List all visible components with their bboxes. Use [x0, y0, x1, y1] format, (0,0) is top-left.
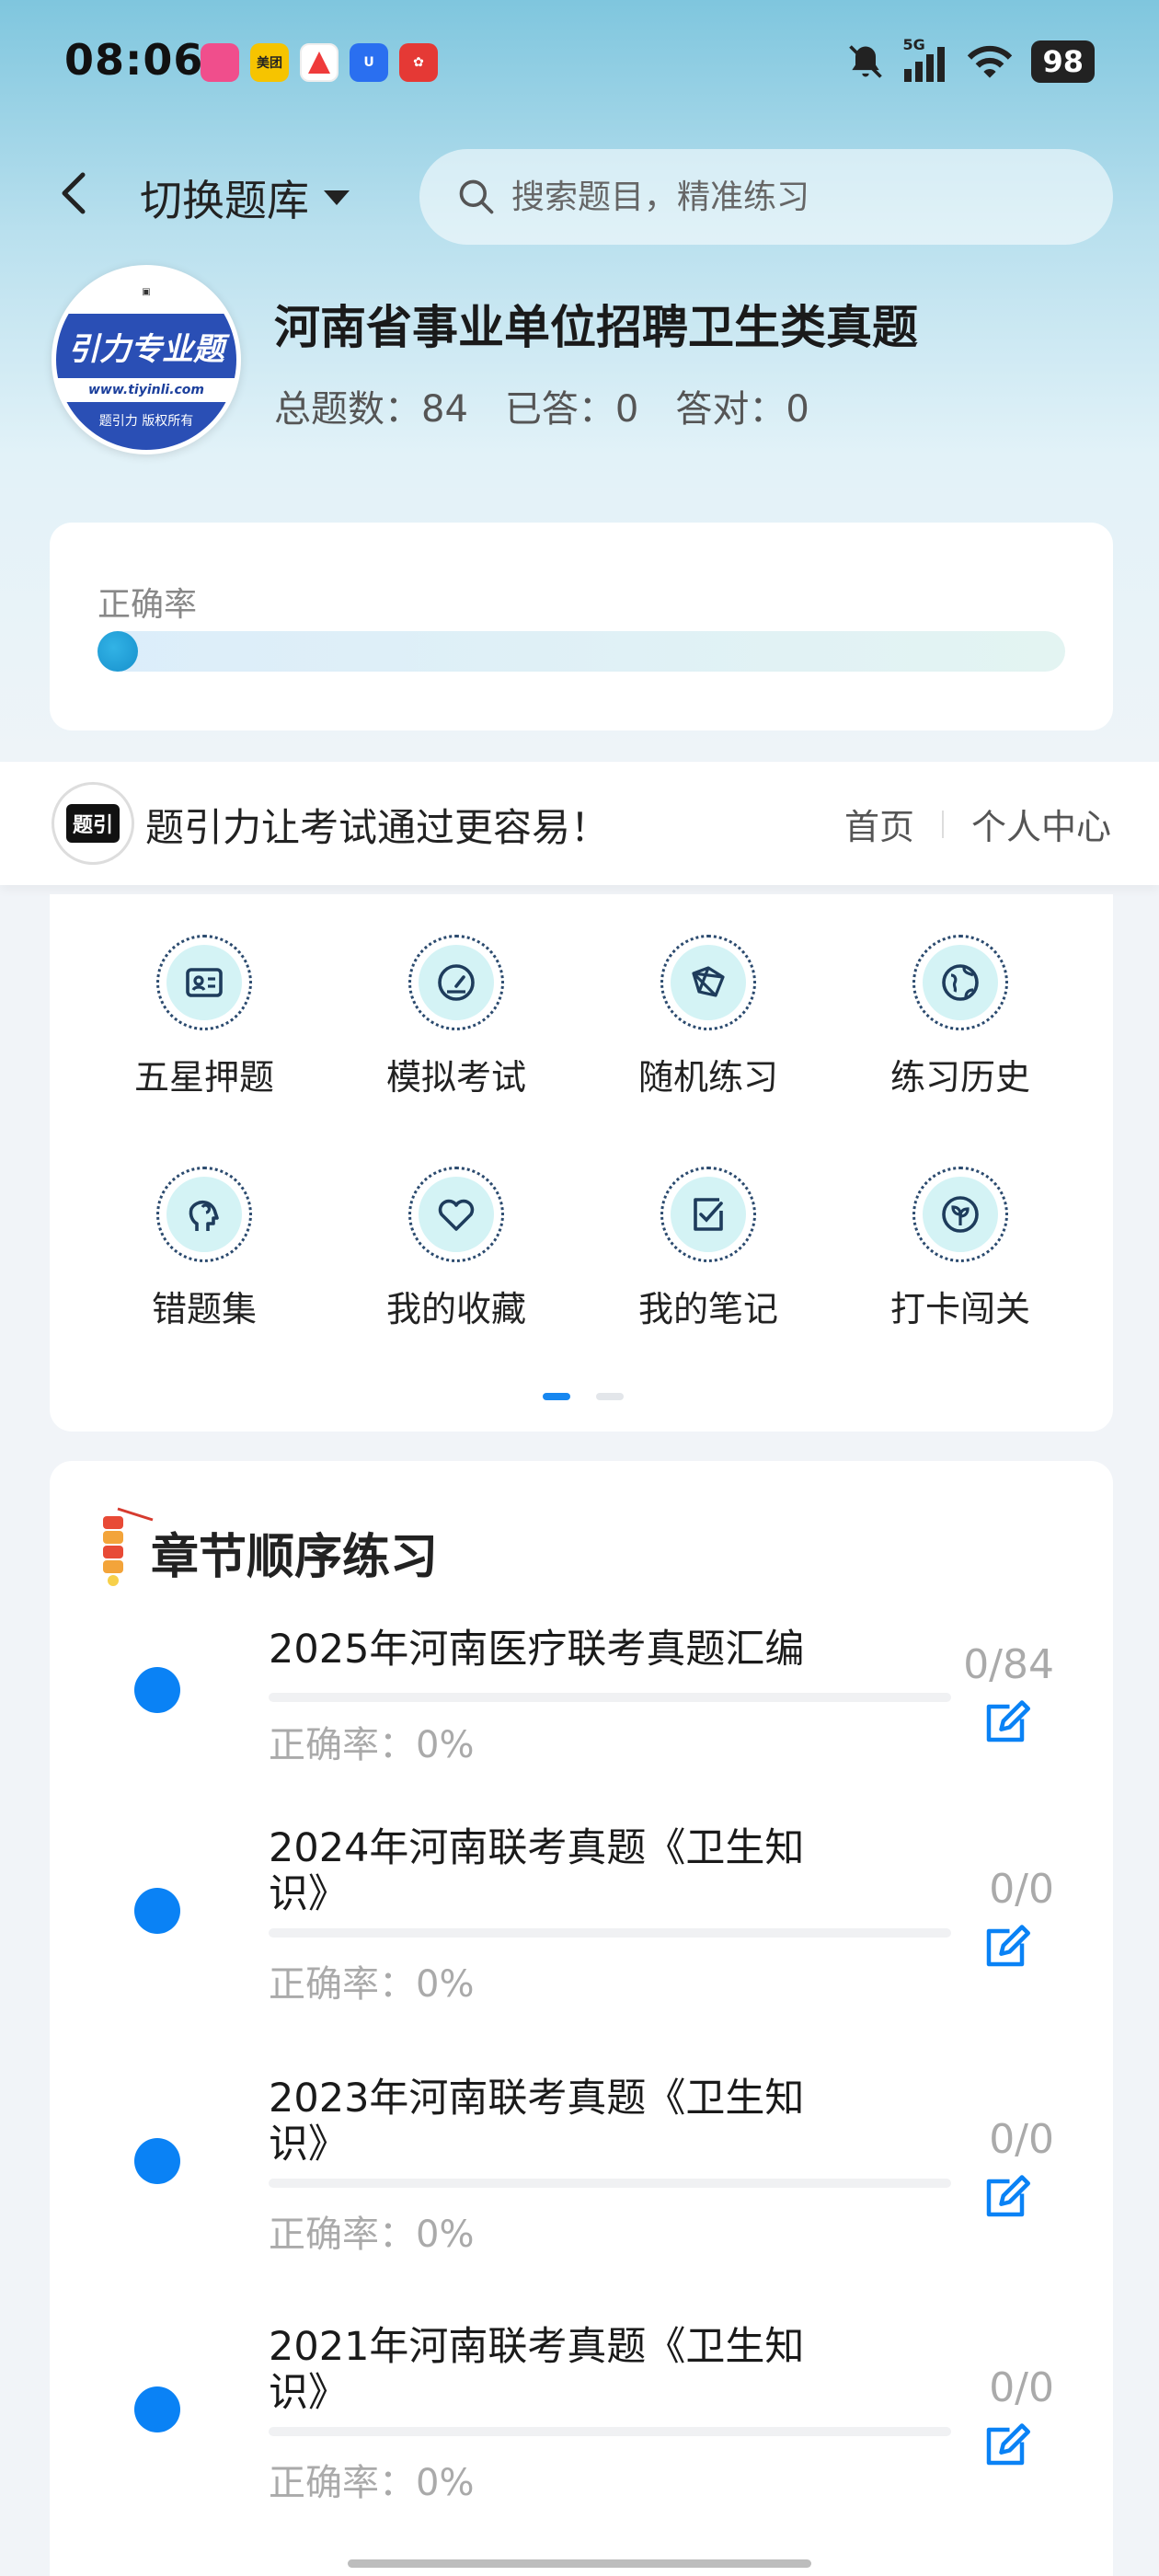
chapter-count: 0/0 — [989, 2364, 1054, 2411]
home-indicator[interactable] — [348, 2559, 811, 2568]
promo-text: 题引力让考试通过更容易！ — [145, 805, 610, 850]
bank-stats: 总题数：84 已答：0 答对：0 — [274, 379, 809, 432]
chapter-count: 0/0 — [989, 2116, 1054, 2163]
logo-text: 引力专业题 — [56, 314, 236, 378]
function-notes[interactable]: 我的笔记 — [598, 1167, 819, 1331]
chapter-bullet — [134, 2386, 180, 2432]
chapter-name: 2025年河南医疗联考真题汇编 — [269, 1627, 805, 1673]
function-label: 模拟考试 — [385, 1057, 526, 1098]
globe-icon — [912, 935, 1008, 1030]
edit-icon[interactable] — [981, 1923, 1030, 1972]
switch-bank-dropdown[interactable]: 切换题库 — [140, 167, 351, 228]
tiyinli-logo: 题引 — [52, 782, 134, 865]
chapter-accuracy: 正确率：0% — [269, 1724, 475, 1766]
lilili-app-icon — [201, 43, 239, 82]
chapter-progress-bar — [269, 2427, 951, 2436]
function-five-star[interactable]: 五星押题 — [94, 935, 315, 1099]
chapter-name: 2021年河南联考真题《卫生知识》 — [269, 2324, 805, 2416]
bank-title: 河南省事业单位招聘卫生类真题 — [274, 301, 918, 354]
red-app-icon: ✿ — [399, 43, 438, 82]
chapter-section-title: 章节顺序练习 — [151, 1530, 439, 1585]
chapter-bullet — [134, 2138, 180, 2184]
function-label: 打卡闯关 — [889, 1289, 1030, 1329]
firecracker-icon — [103, 1507, 154, 1586]
chapter-progress-bar — [269, 1928, 951, 1938]
chapter-practice-section: 章节顺序练习 2025年河南医疗联考真题汇编 正确率：0% 0/84 2024年… — [50, 1461, 1113, 2576]
battery-indicator: 98 — [1031, 40, 1095, 83]
heart-icon — [408, 1167, 504, 1262]
signal-icon: 5G — [902, 36, 948, 82]
search-icon — [459, 179, 494, 214]
chapter-progress-bar — [269, 1693, 951, 1702]
logo-footer: 题引力 版权所有 — [56, 402, 236, 450]
stat-answered: 已答：0 — [504, 388, 639, 431]
wifi-icon — [968, 45, 1013, 78]
page-dot-active — [543, 1393, 570, 1400]
chapter-count: 0/84 — [963, 1641, 1054, 1688]
mute-bell-icon — [849, 45, 883, 78]
question-bank-logo: ▣ 引力专业题 www.tiyinli.com 题引力 版权所有 — [52, 265, 241, 454]
link-divider — [941, 810, 944, 838]
meituan-app-icon: 美团 — [250, 43, 289, 82]
network-type: 5G — [902, 36, 925, 53]
promo-banner[interactable]: 题引 题引力让考试通过更容易！ 首页 个人中心 — [0, 762, 1159, 885]
back-button[interactable] — [52, 166, 98, 221]
chapter-count: 0/0 — [989, 1866, 1054, 1913]
function-mock-exam[interactable]: 模拟考试 — [346, 935, 567, 1099]
speedometer-icon — [408, 935, 504, 1030]
search-bar[interactable] — [419, 149, 1113, 245]
network-icon — [660, 935, 756, 1030]
u-app-icon: U — [350, 43, 388, 82]
chevron-left-icon — [62, 172, 86, 214]
function-label: 我的收藏 — [385, 1289, 526, 1329]
function-label: 随机练习 — [637, 1057, 778, 1098]
status-bar: 08:06 美团 U ✿ 5G 98 — [0, 0, 1159, 120]
caret-down-icon — [324, 190, 350, 205]
promo-links: 首页 个人中心 — [844, 799, 1111, 849]
function-label: 错题集 — [151, 1289, 257, 1329]
stat-correct: 答对：0 — [675, 388, 809, 431]
chapter-progress-bar — [269, 2179, 951, 2188]
function-label: 我的笔记 — [637, 1289, 778, 1329]
svg-text:题引: 题引 — [73, 814, 113, 837]
status-time: 08:06 — [64, 35, 204, 85]
stat-total: 总题数：84 — [274, 388, 468, 431]
accuracy-card: 正确率 — [50, 523, 1113, 730]
function-favorites[interactable]: 我的收藏 — [346, 1167, 567, 1331]
edit-icon[interactable] — [981, 2173, 1030, 2223]
edit-icon[interactable] — [981, 2421, 1030, 2471]
search-input[interactable] — [511, 178, 1063, 216]
id-card-icon — [156, 935, 252, 1030]
logo-qr-mark: ▣ — [56, 270, 236, 314]
head-icon — [156, 1167, 252, 1262]
function-label: 五星押题 — [133, 1057, 274, 1098]
chapter-name: 2024年河南联考真题《卫生知识》 — [269, 1825, 805, 1917]
logo-url: www.tiyinli.com — [56, 378, 236, 402]
switch-bank-label: 切换题库 — [140, 176, 309, 225]
chapter-accuracy: 正确率：0% — [269, 1963, 475, 2006]
function-grid: 五星押题 模拟考试 随机练习 练习历史 错题集 我的收藏 我的笔记 打卡闯关 — [50, 894, 1113, 1432]
a-app-icon — [300, 43, 339, 82]
function-wrong-questions[interactable]: 错题集 — [94, 1167, 315, 1331]
chapter-bullet — [134, 1888, 180, 1934]
leaf-icon — [912, 1167, 1008, 1262]
profile-link[interactable]: 个人中心 — [971, 799, 1111, 849]
function-checkin[interactable]: 打卡闯关 — [850, 1167, 1071, 1331]
accuracy-progress-bar — [98, 631, 1065, 672]
page-dot — [596, 1393, 624, 1400]
function-practice-history[interactable]: 练习历史 — [850, 935, 1071, 1099]
chapter-accuracy: 正确率：0% — [269, 2214, 475, 2256]
page-indicator — [543, 1393, 624, 1400]
accuracy-progress-knob — [98, 631, 138, 672]
home-link[interactable]: 首页 — [844, 799, 914, 849]
chapter-name: 2023年河南联考真题《卫生知识》 — [269, 2076, 805, 2168]
chapter-bullet — [134, 1667, 180, 1713]
note-check-icon — [660, 1167, 756, 1262]
function-random-practice[interactable]: 随机练习 — [598, 935, 819, 1099]
chapter-accuracy: 正确率：0% — [269, 2462, 475, 2504]
edit-icon[interactable] — [981, 1698, 1030, 1748]
function-label: 练习历史 — [889, 1057, 1030, 1098]
accuracy-label: 正确率 — [98, 586, 198, 624]
